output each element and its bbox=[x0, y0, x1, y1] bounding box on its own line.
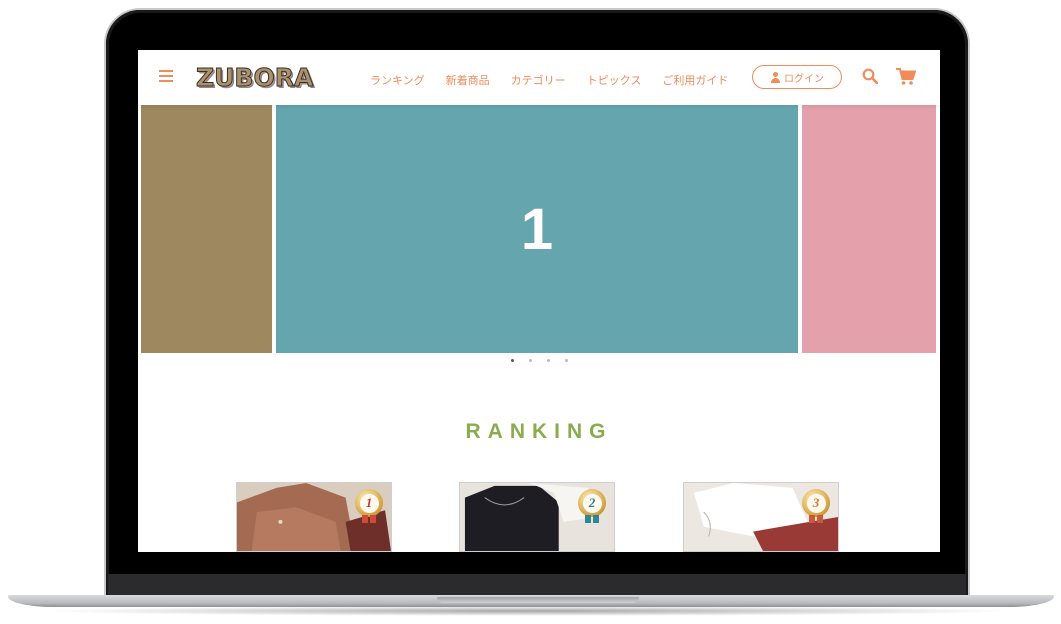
laptop-shadow bbox=[40, 606, 1022, 616]
menu-icon[interactable] bbox=[159, 70, 173, 82]
site-logo[interactable]: ZUBORA bbox=[195, 63, 313, 93]
ribbon-icon bbox=[585, 515, 599, 523]
rank-medal-icon: 2 bbox=[578, 489, 606, 517]
slide-current[interactable]: 1 bbox=[276, 105, 798, 353]
rank-number: 1 bbox=[359, 493, 379, 513]
rank-medal-icon: 3 bbox=[802, 489, 830, 517]
ranking-title: RANKING bbox=[465, 420, 613, 443]
slider-dots bbox=[138, 359, 940, 369]
search-icon[interactable] bbox=[862, 68, 878, 84]
site-header: ZUBORA ランキング 新着商品 カテゴリー トピックス ご利用ガイド ログイ… bbox=[138, 50, 940, 105]
hero-slider: 1 bbox=[138, 105, 940, 355]
nav-topics[interactable]: トピックス bbox=[587, 72, 642, 88]
rank-medal-icon: 1 bbox=[355, 489, 383, 517]
nav-ranking[interactable]: ランキング bbox=[370, 72, 425, 88]
nav-category[interactable]: カテゴリー bbox=[511, 72, 566, 88]
user-icon bbox=[770, 71, 781, 83]
laptop-notch bbox=[437, 597, 639, 603]
nav-guide[interactable]: ご利用ガイド bbox=[662, 72, 728, 88]
laptop-screen: ZUBORA ランキング 新着商品 カテゴリー トピックス ご利用ガイド ログイ… bbox=[138, 50, 940, 552]
slider-dot-3[interactable] bbox=[546, 359, 550, 362]
laptop-mockup: ZUBORA ランキング 新着商品 カテゴリー トピックス ご利用ガイド ログイ… bbox=[0, 0, 1061, 624]
cart-icon[interactable] bbox=[896, 68, 916, 86]
nav-new-items[interactable]: 新着商品 bbox=[446, 72, 490, 88]
slider-dot-1[interactable] bbox=[510, 359, 514, 362]
slide-number: 1 bbox=[520, 196, 554, 262]
ranking-card-1[interactable]: 1 bbox=[236, 482, 392, 552]
slider-dot-2[interactable] bbox=[528, 359, 532, 362]
login-button[interactable]: ログイン bbox=[752, 65, 842, 89]
main-nav: ランキング 新着商品 カテゴリー トピックス ご利用ガイド bbox=[370, 72, 728, 88]
ribbon-icon bbox=[809, 515, 823, 523]
rank-number: 3 bbox=[806, 493, 826, 513]
login-label: ログイン bbox=[784, 73, 824, 85]
ranking-card-3[interactable]: 3 bbox=[683, 482, 839, 552]
slide-next[interactable] bbox=[802, 105, 936, 353]
slider-dot-4[interactable] bbox=[564, 359, 568, 362]
ribbon-icon bbox=[362, 515, 376, 523]
rank-number: 2 bbox=[582, 493, 602, 513]
slide-prev[interactable] bbox=[141, 105, 272, 353]
laptop-hinge bbox=[108, 574, 966, 596]
ranking-card-2[interactable]: 2 bbox=[459, 482, 615, 552]
